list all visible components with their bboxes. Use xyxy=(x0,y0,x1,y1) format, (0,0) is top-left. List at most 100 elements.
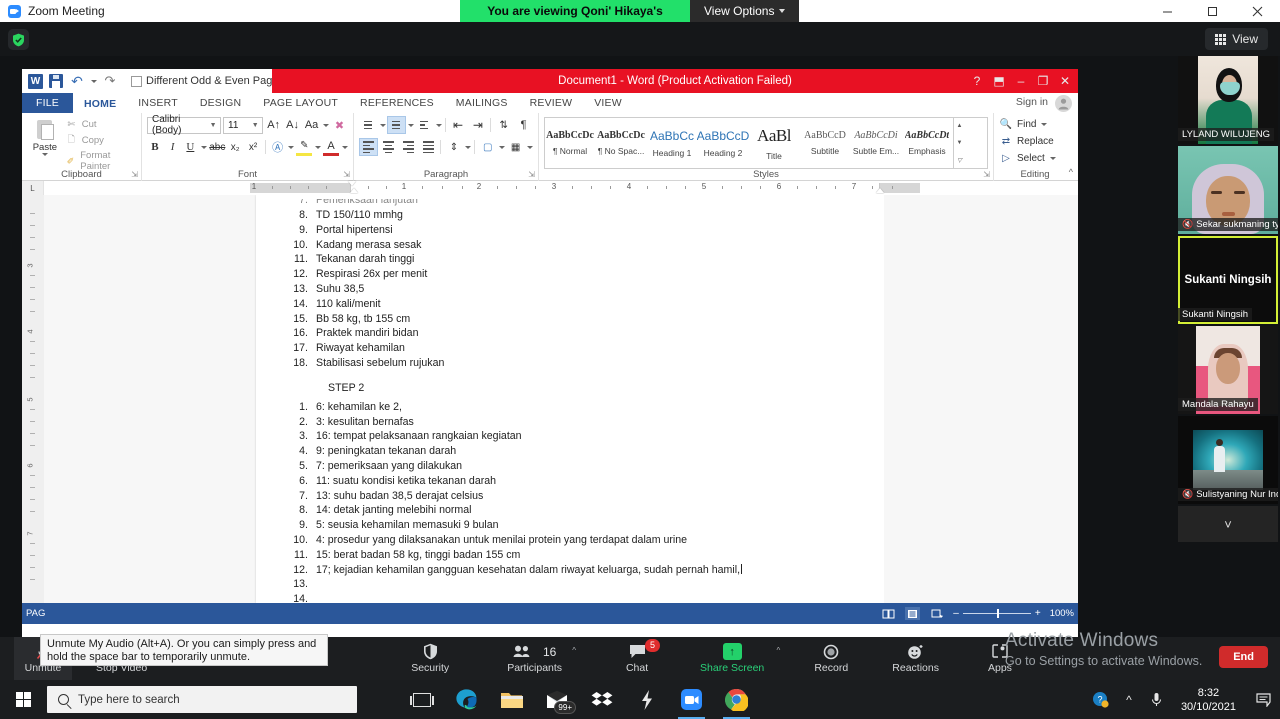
zoom-slider[interactable]: – + xyxy=(953,608,1040,619)
text-highlight-icon[interactable]: ✎ xyxy=(296,138,313,156)
bold-button[interactable]: B xyxy=(147,138,163,156)
ribbon-display-options-button[interactable]: ⬒ xyxy=(988,69,1010,93)
style-heading-1[interactable]: AaBbCс Heading 1 xyxy=(647,118,698,168)
style-heading-2[interactable]: AaBbCcD Heading 2 xyxy=(697,118,750,168)
zoom-out-button[interactable]: – xyxy=(953,608,959,619)
select-button[interactable]: ▷ Select xyxy=(999,150,1071,167)
list-item[interactable]: 9. Portal hipertensi xyxy=(286,223,854,238)
list-item[interactable]: 7. Pemeriksaan lanjutan xyxy=(286,199,854,208)
show-hidden-icons-chevron-up-icon[interactable]: ^ xyxy=(1115,680,1143,719)
tab-mailings[interactable]: MAILINGS xyxy=(445,93,519,113)
web-layout-icon[interactable] xyxy=(929,607,944,620)
sign-in-link[interactable]: Sign in xyxy=(1016,96,1048,108)
find-chevron-down-icon[interactable] xyxy=(1041,123,1048,126)
font-color-chevron-down-icon[interactable] xyxy=(341,145,348,149)
styles-scroll-buttons[interactable]: ▲ ▼ ▽ xyxy=(953,118,965,168)
chrome-icon[interactable] xyxy=(714,680,759,719)
select-chevron-down-icon[interactable] xyxy=(1049,157,1056,160)
document-content[interactable]: 7. Pemeriksaan lanjutan 8. TD 150/110 mm… xyxy=(256,195,884,603)
list-item[interactable]: 11. 15: berat badan 58 kg, tinggi badan … xyxy=(286,548,854,563)
subscript-button[interactable]: x₂ xyxy=(227,138,243,156)
shrink-font-icon[interactable]: A↓ xyxy=(284,116,301,134)
collapse-ribbon-icon[interactable]: ^ xyxy=(1069,167,1073,177)
help-notification-icon[interactable]: ? xyxy=(1087,680,1115,719)
superscript-button[interactable]: x² xyxy=(245,138,261,156)
share-options-chevron-up-icon[interactable]: ^ xyxy=(777,646,781,655)
align-right-button[interactable] xyxy=(399,138,418,156)
list-item[interactable]: 8. 14: detak janting melebihi normal xyxy=(286,503,854,518)
status-page-label[interactable]: PAG xyxy=(26,608,45,619)
bullets-chevron-down-icon[interactable] xyxy=(379,123,386,127)
tab-home[interactable]: HOME xyxy=(72,93,128,113)
line-spacing-button[interactable]: ⇕ xyxy=(444,138,463,156)
checkbox-icon[interactable] xyxy=(131,75,142,87)
share-screen-button[interactable]: ↑ Share Screen ^ xyxy=(692,637,780,680)
undo-chevron-down-icon[interactable] xyxy=(91,79,97,83)
list-item[interactable]: 14. 110 kali/menit xyxy=(286,297,854,312)
list-item[interactable]: 13. xyxy=(286,577,854,592)
tab-design[interactable]: DESIGN xyxy=(189,93,252,113)
list-item[interactable]: 15. Bb 58 kg, tb 155 cm xyxy=(286,312,854,327)
borders-chevron-down-icon[interactable] xyxy=(527,145,534,149)
align-center-button[interactable] xyxy=(379,138,398,156)
hanging-indent-marker[interactable] xyxy=(350,188,358,193)
show-formatting-marks-button[interactable]: ¶ xyxy=(514,116,533,134)
zoom-maximize-button[interactable] xyxy=(1190,0,1235,22)
tab-insert[interactable]: INSERT xyxy=(127,93,189,113)
clear-formatting-icon[interactable]: ✖ xyxy=(331,116,348,134)
ruler-track[interactable]: 1 1 2 3 4 5 6 7 xyxy=(44,181,1078,195)
paste-button[interactable]: Paste xyxy=(27,116,63,172)
participants-button[interactable]: 16 Participants ^ xyxy=(499,637,576,680)
grow-font-icon[interactable]: A↑ xyxy=(265,116,282,134)
horizontal-ruler[interactable]: L 1 1 2 3 4 5 6 7 xyxy=(22,181,1078,195)
increase-indent-button[interactable]: ⇥ xyxy=(468,116,487,134)
cut-button[interactable]: ✄ Cut xyxy=(65,119,136,130)
list-item[interactable]: 1. 6: kehamilan ke 2, xyxy=(286,400,854,415)
zoom-minimize-button[interactable] xyxy=(1145,0,1190,22)
decrease-indent-button[interactable]: ⇤ xyxy=(449,116,468,134)
right-indent-marker[interactable] xyxy=(876,188,884,193)
zoom-in-button[interactable]: + xyxy=(1035,608,1041,619)
print-layout-icon[interactable] xyxy=(905,607,921,620)
list-item[interactable]: 12. 17; kejadian kehamilan gangguan kese… xyxy=(286,563,854,578)
font-dialog-launcher-icon[interactable]: ⇲ xyxy=(343,170,350,179)
qat-different-odd-even[interactable]: Different Odd & Even Pages xyxy=(131,75,284,87)
shading-button[interactable]: ▢ xyxy=(478,138,497,156)
start-button[interactable] xyxy=(0,680,47,719)
filmstrip-scroll-down-button[interactable]: ˅ xyxy=(1178,506,1278,542)
microphone-tray-icon[interactable] xyxy=(1143,680,1171,719)
tab-page-layout[interactable]: PAGE LAYOUT xyxy=(252,93,349,113)
word-document-area[interactable]: 3 4 5 6 7 7. Pemeriksaan lanjutan 8. TD … xyxy=(22,195,1078,603)
tab-review[interactable]: REVIEW xyxy=(519,93,584,113)
sort-button[interactable]: ⇅ xyxy=(494,116,513,134)
style-no-spacing[interactable]: AaBbCcDc ¶ No Spac... xyxy=(596,118,647,168)
list-item[interactable]: 4. 9: peningkatan tekanan darah xyxy=(286,444,854,459)
document-page[interactable]: 7. Pemeriksaan lanjutan 8. TD 150/110 mm… xyxy=(256,195,884,603)
numbering-button[interactable] xyxy=(386,116,406,134)
multilevel-chevron-down-icon[interactable] xyxy=(435,123,442,127)
word-restore-button[interactable]: ❐ xyxy=(1032,69,1054,93)
list-item[interactable]: 13. Suhu 38,5 xyxy=(286,282,854,297)
styles-dialog-launcher-icon[interactable]: ⇲ xyxy=(983,170,990,179)
list-item[interactable]: 11. Tekanan darah tinggi xyxy=(286,252,854,267)
document-heading-step-2[interactable]: STEP 2 xyxy=(328,382,854,394)
list-item[interactable]: 17. Riwayat kehamilan xyxy=(286,341,854,356)
find-button[interactable]: 🔍 Find xyxy=(999,116,1071,133)
list-item[interactable]: 8. TD 150/110 mmhg xyxy=(286,208,854,223)
view-layout-button[interactable]: View xyxy=(1205,28,1268,50)
paragraph-dialog-launcher-icon[interactable]: ⇲ xyxy=(528,170,535,179)
zoom-level-label[interactable]: 100% xyxy=(1050,608,1074,619)
font-size-combo[interactable]: 11 ▼ xyxy=(223,116,264,134)
list-item[interactable]: 3. 16: tempat pelaksanaan rangkaian kegi… xyxy=(286,429,854,444)
list-item[interactable]: 7. 13: suhu badan 38,5 derajat celsius xyxy=(286,489,854,504)
list-item[interactable]: 2. 3: kesulitan bernafas xyxy=(286,415,854,430)
account-avatar-icon[interactable] xyxy=(1055,95,1072,112)
word-help-button[interactable]: ? xyxy=(966,69,988,93)
borders-button[interactable]: ▦ xyxy=(506,138,525,156)
taskbar-clock[interactable]: 8:32 30/10/2021 xyxy=(1171,686,1246,714)
underline-chevron-down-icon[interactable] xyxy=(201,145,208,149)
style-title[interactable]: AaBl Title xyxy=(749,118,800,168)
chat-button[interactable]: Chat 5 xyxy=(608,637,666,680)
zoom-slider-track[interactable] xyxy=(962,609,1031,618)
shading-chevron-down-icon[interactable] xyxy=(499,145,506,149)
